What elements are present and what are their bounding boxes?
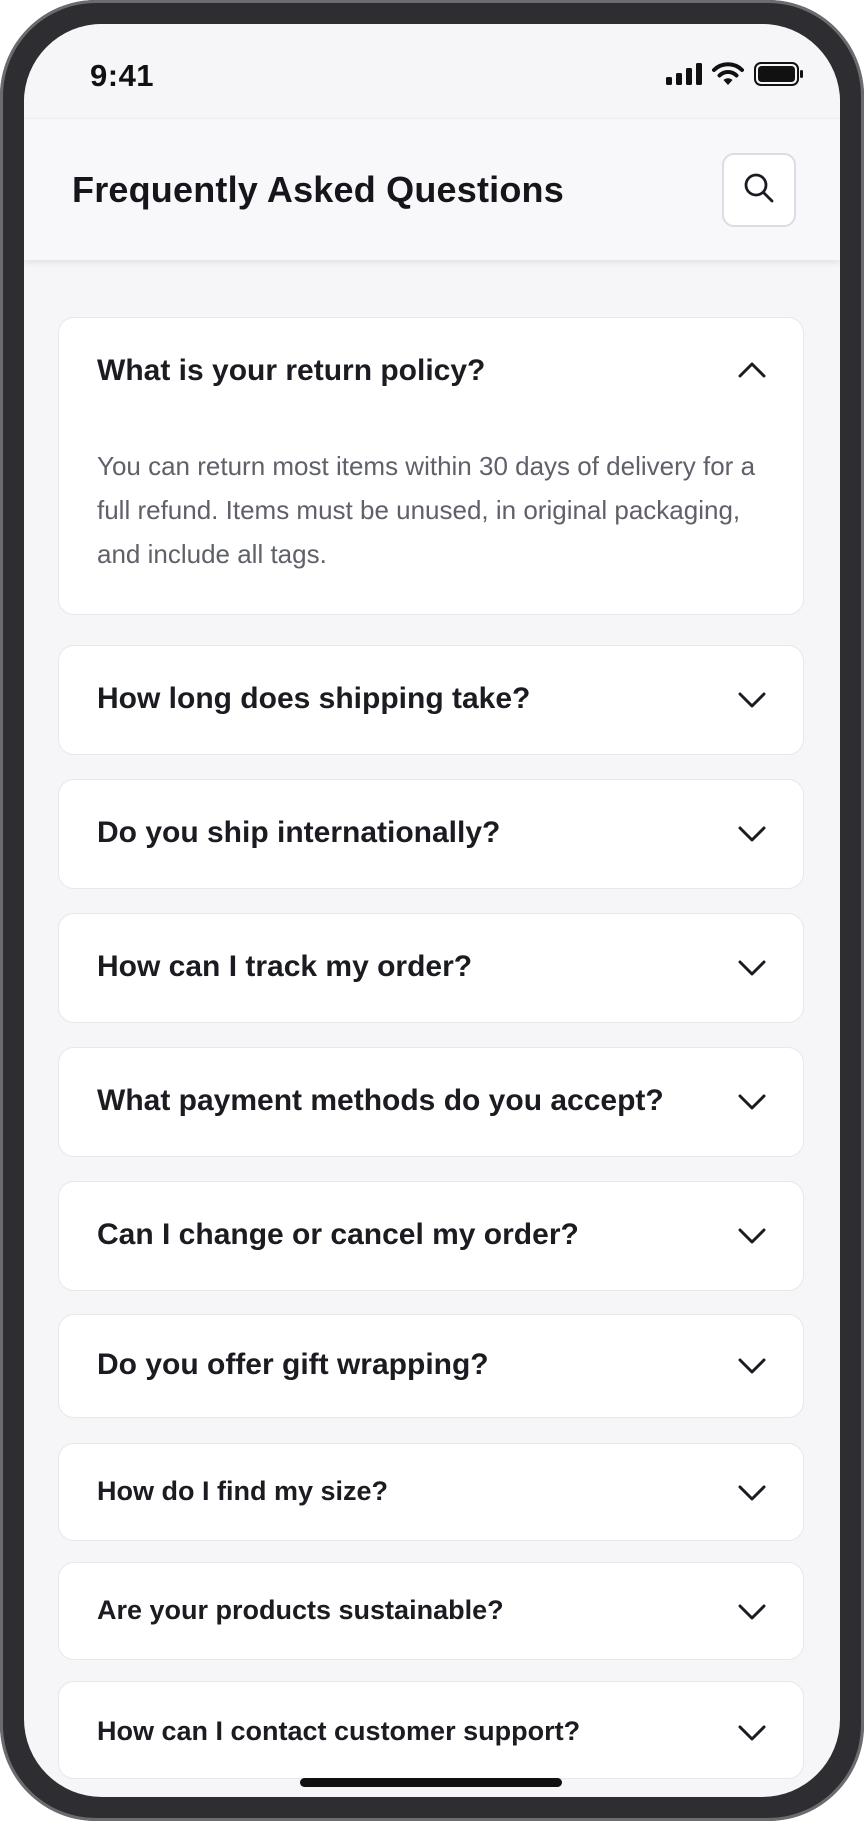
faq-question: Are your products sustainable?	[97, 1595, 504, 1625]
wifi-icon	[712, 62, 744, 91]
faq-question: Can I change or cancel my order?	[97, 1218, 579, 1251]
faq-answer: You can return most items within 30 days…	[97, 451, 756, 569]
faq-item-track-order[interactable]: How can I track my order?	[58, 913, 804, 1023]
chevron-down-icon[interactable]	[737, 959, 767, 977]
chevron-down-icon[interactable]	[737, 1603, 767, 1621]
faq-question: What is your return policy?	[97, 354, 486, 387]
chevron-down-icon[interactable]	[737, 1093, 767, 1111]
signal-icon	[666, 63, 702, 90]
phone-screen: 9:41 Frequently Asked Questions What is …	[24, 24, 840, 1797]
faq-item-international[interactable]: Do you ship internationally?	[58, 779, 804, 889]
chevron-down-icon[interactable]	[737, 1484, 767, 1502]
faq-item-return-policy[interactable]: What is your return policy? You can retu…	[58, 317, 804, 615]
faq-item-payment-methods[interactable]: What payment methods do you accept?	[58, 1047, 804, 1157]
faq-item-change-cancel[interactable]: Can I change or cancel my order?	[58, 1181, 804, 1291]
chevron-down-icon[interactable]	[737, 1724, 767, 1742]
faq-question: Do you offer gift wrapping?	[97, 1348, 489, 1381]
app-header: Frequently Asked Questions	[24, 118, 840, 260]
faq-question: How long does shipping take?	[97, 682, 531, 715]
faq-item-shipping-time[interactable]: How long does shipping take?	[58, 645, 804, 755]
chevron-down-icon[interactable]	[737, 1357, 767, 1375]
faq-question: How do I find my size?	[97, 1476, 389, 1506]
chevron-down-icon[interactable]	[737, 825, 767, 843]
chevron-down-icon[interactable]	[737, 1227, 767, 1245]
faq-item-gift-wrapping[interactable]: Do you offer gift wrapping?	[58, 1314, 804, 1418]
home-indicator[interactable]	[300, 1778, 562, 1787]
faq-question: How can I track my order?	[97, 950, 473, 983]
chevron-up-icon[interactable]	[737, 361, 767, 379]
battery-icon	[754, 62, 804, 91]
search-button[interactable]	[722, 153, 796, 227]
faq-item-sustainable[interactable]: Are your products sustainable?	[58, 1562, 804, 1660]
status-time: 9:41	[90, 58, 155, 93]
faq-item-contact-support[interactable]: How can I contact customer support?	[58, 1681, 804, 1779]
chevron-down-icon[interactable]	[737, 691, 767, 709]
faq-question: What payment methods do you accept?	[97, 1084, 664, 1117]
faq-question: How can I contact customer support?	[97, 1716, 581, 1746]
search-icon	[742, 171, 776, 210]
phone-frame: 9:41 Frequently Asked Questions What is …	[0, 0, 864, 1821]
status-bar: 9:41	[24, 24, 840, 118]
faq-question: Do you ship internationally?	[97, 816, 501, 849]
faq-item-find-size[interactable]: How do I find my size?	[58, 1443, 804, 1541]
status-icons	[666, 62, 804, 91]
page-title: Frequently Asked Questions	[72, 169, 564, 210]
